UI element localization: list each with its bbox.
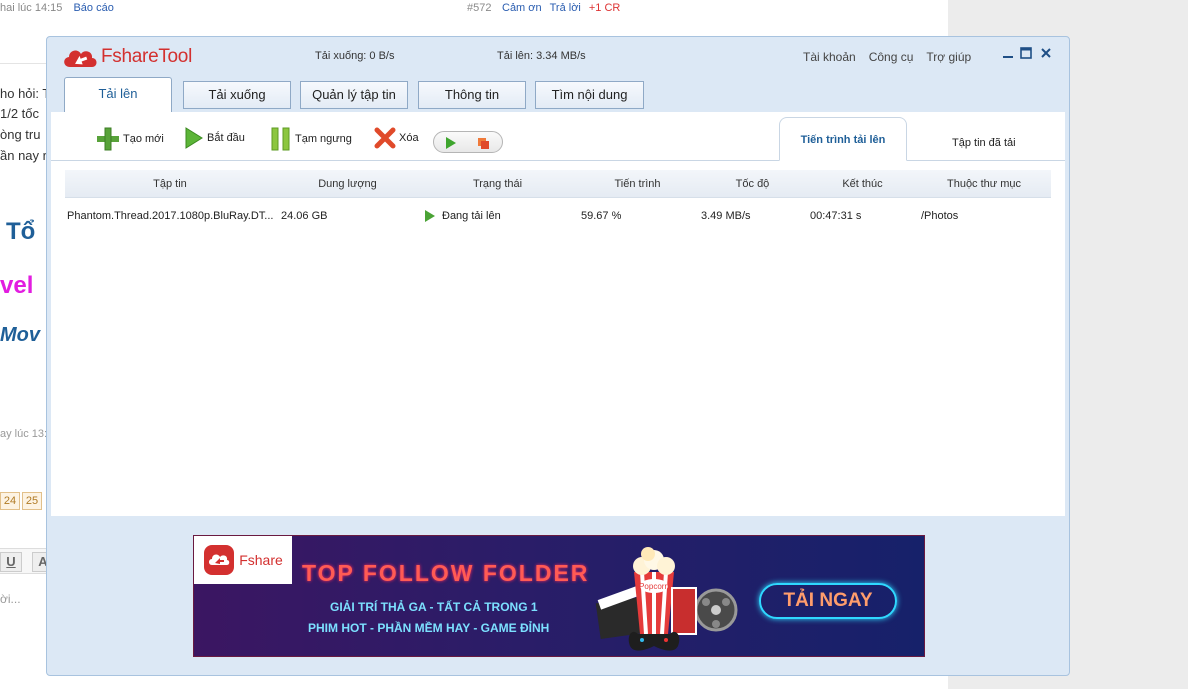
upload-status: Đang tải lên [424,206,534,226]
popcorn-cinema-illustration: Popcorn [595,547,738,651]
tab-file-manager[interactable]: Quản lý tập tin [300,81,408,109]
subtab-bar [51,160,1065,161]
app-logo: FshareTool [61,45,192,69]
column-size[interactable]: Dung lượng [290,170,405,198]
toolbar: Tạo mới Bắt đầu Tạm ngưng Xóa [51,112,1065,162]
download-speed: Tải xuống: 0 B/s [315,50,395,62]
subtab-uploaded-files[interactable]: Tập tin đã tải [952,137,1016,149]
plus-icon [97,127,119,151]
table-row[interactable]: Phantom.Thread.2017.1080p.BluRay.DT... 2… [65,206,1051,226]
maximize-icon[interactable] [1019,46,1033,60]
promo-banner[interactable]: Fshare TOP FOLLOW FOLDER GIẢI TRÍ THẢ GA… [193,535,925,657]
reaction-badge: +1 CR [588,2,621,14]
post-meta: hai lúc 14:15 Báo cáo [0,2,114,14]
underline-button[interactable]: U [0,552,22,572]
post-text-line: ho hỏi: T [0,86,46,101]
status-play-icon [425,210,435,222]
fshare-logo-icon [204,545,235,575]
post-actions: Cảm ơn Trả lời +1 CR [502,2,628,14]
post-number[interactable]: #572 [467,2,491,14]
app-title: FshareTool [101,46,192,67]
play-icon [185,127,203,149]
fsharetool-window: FshareTool Tải xuống: 0 B/s Tải lên: 3.3… [46,36,1070,676]
finish-time: 00:47:31 s [810,210,862,222]
post-heading: vel [0,272,34,299]
table-header: Tập tin Dung lượng Trạng thái Tiến trình… [65,170,1051,198]
post-heading: Tổ [6,218,36,245]
play-small-icon[interactable] [444,136,458,150]
upload-progress: 59.67 % [581,210,622,222]
divider [0,63,46,64]
delete-label: Xóa [399,132,419,144]
new-label: Tạo mới [123,133,164,145]
close-icon[interactable] [1039,46,1053,60]
top-menu: Tài khoản Công cụ Trợ giúp [803,50,971,64]
subtab-upload-progress[interactable]: Tiến trình tải lên [779,117,907,161]
column-speed[interactable]: Tốc độ [705,170,800,198]
popcorn-text: Popcorn [639,582,669,591]
tab-info[interactable]: Thông tin [418,81,526,109]
report-link[interactable]: Báo cáo [73,2,113,14]
menu-help[interactable]: Trợ giúp [926,50,971,64]
tab-upload[interactable]: Tải lên [64,77,172,113]
menu-account[interactable]: Tài khoản [803,50,856,64]
main-tabs: Tải lên Tải xuống Quản lý tập tin Thông … [47,77,1069,113]
delete-x-icon [374,127,396,149]
post-text-line: 1/2 tốc [0,106,40,121]
pagination-page[interactable]: 25 [22,492,42,510]
upload-speed-cell: 3.49 MB/s [701,210,751,222]
target-folder: /Photos [921,210,959,222]
start-button[interactable]: Bắt đầu [183,126,245,150]
banner-title: TOP FOLLOW FOLDER [302,560,590,586]
column-progress[interactable]: Tiến trình [585,170,690,198]
post-heading: Mov [0,324,40,346]
column-file[interactable]: Tập tin [65,170,275,198]
column-status[interactable]: Trạng thái [435,170,560,198]
delete-button[interactable]: Xóa [373,126,419,150]
pause-button[interactable]: Tạm ngưng [269,126,352,152]
banner-logo: Fshare [194,536,292,584]
minimize-icon[interactable] [1001,46,1015,60]
pause-label: Tạm ngưng [295,133,352,145]
upload-speed: Tải lên: 3.34 MB/s [497,50,586,62]
download-now-button[interactable]: TẢI NGAY [759,583,897,619]
reply-link[interactable]: Trả lời [550,2,581,14]
stop-small-icon[interactable] [476,136,490,150]
post-time: ay lúc 13:0 [0,428,46,440]
title-bar[interactable]: FshareTool Tải xuống: 0 B/s Tải lên: 3.3… [47,37,1069,77]
reply-input[interactable]: ời... [0,592,46,606]
thanks-link[interactable]: Cảm ơn [502,2,542,14]
column-finish[interactable]: Kết thúc [810,170,915,198]
banner-line-2: PHIM HOT - PHẦN MỀM HAY - GAME ĐỈNH [308,621,550,635]
menu-tools[interactable]: Công cụ [869,50,914,64]
quick-action-group [433,131,503,153]
pause-icon [271,127,290,151]
column-folder[interactable]: Thuộc thư mục [925,170,1043,198]
post-text-line: òng tru [0,127,41,142]
tab-download[interactable]: Tải xuống [183,81,291,109]
banner-line-1: GIẢI TRÍ THẢ GA - TẤT CẢ TRONG 1 [330,600,538,614]
upload-panel: Tạo mới Bắt đầu Tạm ngưng Xóa Tiến trình… [51,112,1065,516]
file-size: 24.06 GB [281,210,328,222]
new-button[interactable]: Tạo mới [95,126,164,152]
banner-logo-text: Fshare [239,552,283,568]
post-time: hai lúc 14:15 [0,2,63,14]
file-name: Phantom.Thread.2017.1080p.BluRay.DT... [67,210,274,222]
tab-search-content[interactable]: Tìm nội dung [535,81,644,109]
cloud-logo-icon [64,50,97,67]
post-text-line: ần nay r [0,148,46,163]
pagination-page[interactable]: 24 [0,492,20,510]
status-text: Đang tải lên [442,210,501,222]
start-label: Bắt đầu [207,132,245,144]
